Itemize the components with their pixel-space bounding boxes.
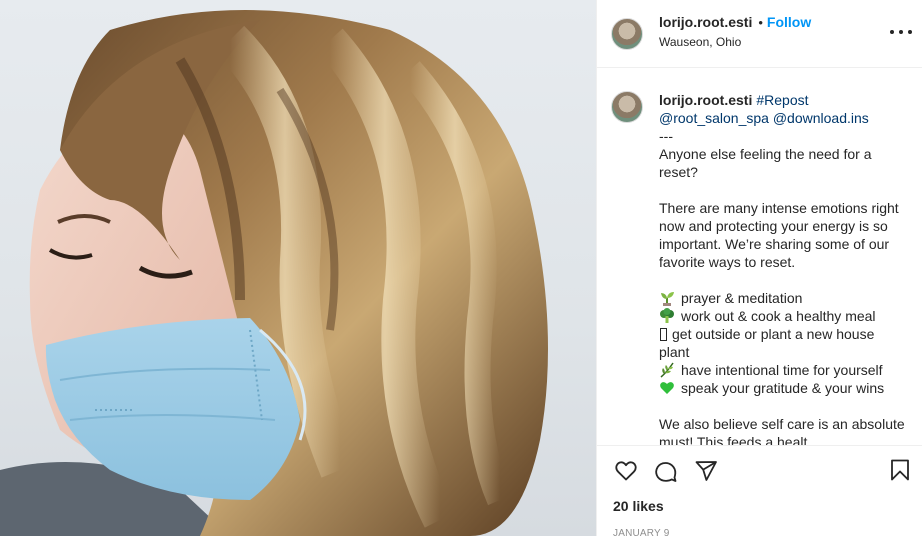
post-side-panel: lorijo.root.esti • Follow Wauseon, Ohio … [596,0,922,536]
missing-glyph-icon [660,328,667,341]
caption: lorijo.root.esti #Repost @root_salon_spa … [611,91,908,445]
mention-root-salon-spa[interactable]: @root_salon_spa [659,110,769,126]
green-heart-icon [660,382,674,394]
hashtag-repost[interactable]: #Repost [756,92,808,108]
list-item-text: have intentional time for yourself [681,362,883,378]
header-meta: lorijo.root.esti • Follow Wauseon, Ohio [659,14,811,49]
sprout-icon [661,292,674,306]
more-options-icon[interactable] [890,20,912,44]
comment-icon[interactable] [653,458,679,484]
list-item: have intentional time for yourself [659,362,883,378]
instagram-post: lorijo.root.esti • Follow Wauseon, Ohio … [0,0,922,536]
list-item-text: prayer & meditation [681,290,803,306]
header-username[interactable]: lorijo.root.esti [659,14,752,30]
post-header: lorijo.root.esti • Follow Wauseon, Ohio [597,0,922,68]
avatar[interactable] [611,17,643,50]
caption-username[interactable]: lorijo.root.esti [659,92,752,108]
mention-download-ins[interactable]: @download.ins [773,110,869,126]
caption-avatar[interactable] [611,91,643,123]
separator-dot: • [758,14,763,30]
list-item: prayer & meditation [659,290,802,306]
caption-scroll-area[interactable]: lorijo.root.esti #Repost @root_salon_spa … [597,68,922,445]
list-item: work out & cook a healthy meal [659,308,876,324]
list-item-text: get outside or plant a new house plant [659,326,879,360]
post-actions: 20 likes JANUARY 9 [597,445,922,536]
list-item-text: speak your gratitude & your wins [681,380,885,396]
caption-para-2: There are many intense emotions right no… [659,200,903,270]
share-icon[interactable] [693,458,719,484]
list-item: speak your gratitude & your wins [659,380,884,396]
action-icons [613,456,906,486]
likes-count[interactable]: 20 likes [613,498,906,514]
herb-icon [660,362,674,378]
broccoli-icon [660,308,674,323]
caption-divider: --- [659,128,673,144]
post-date[interactable]: JANUARY 9 [613,528,906,536]
caption-para-1: Anyone else feeling the need for a reset… [659,146,876,180]
heart-icon[interactable] [613,458,639,484]
caption-para-3: We also believe self care is an absolute… [659,416,909,445]
location-link[interactable]: Wauseon, Ohio [659,35,811,49]
list-item: get outside or plant a new house plant [659,326,878,360]
bookmark-icon[interactable] [888,458,914,484]
list-item-text: work out & cook a healthy meal [681,308,876,324]
follow-button[interactable]: Follow [767,14,811,30]
caption-text: lorijo.root.esti #Repost @root_salon_spa … [659,91,908,445]
photo-illustration [0,10,548,536]
post-photo[interactable] [0,0,596,536]
